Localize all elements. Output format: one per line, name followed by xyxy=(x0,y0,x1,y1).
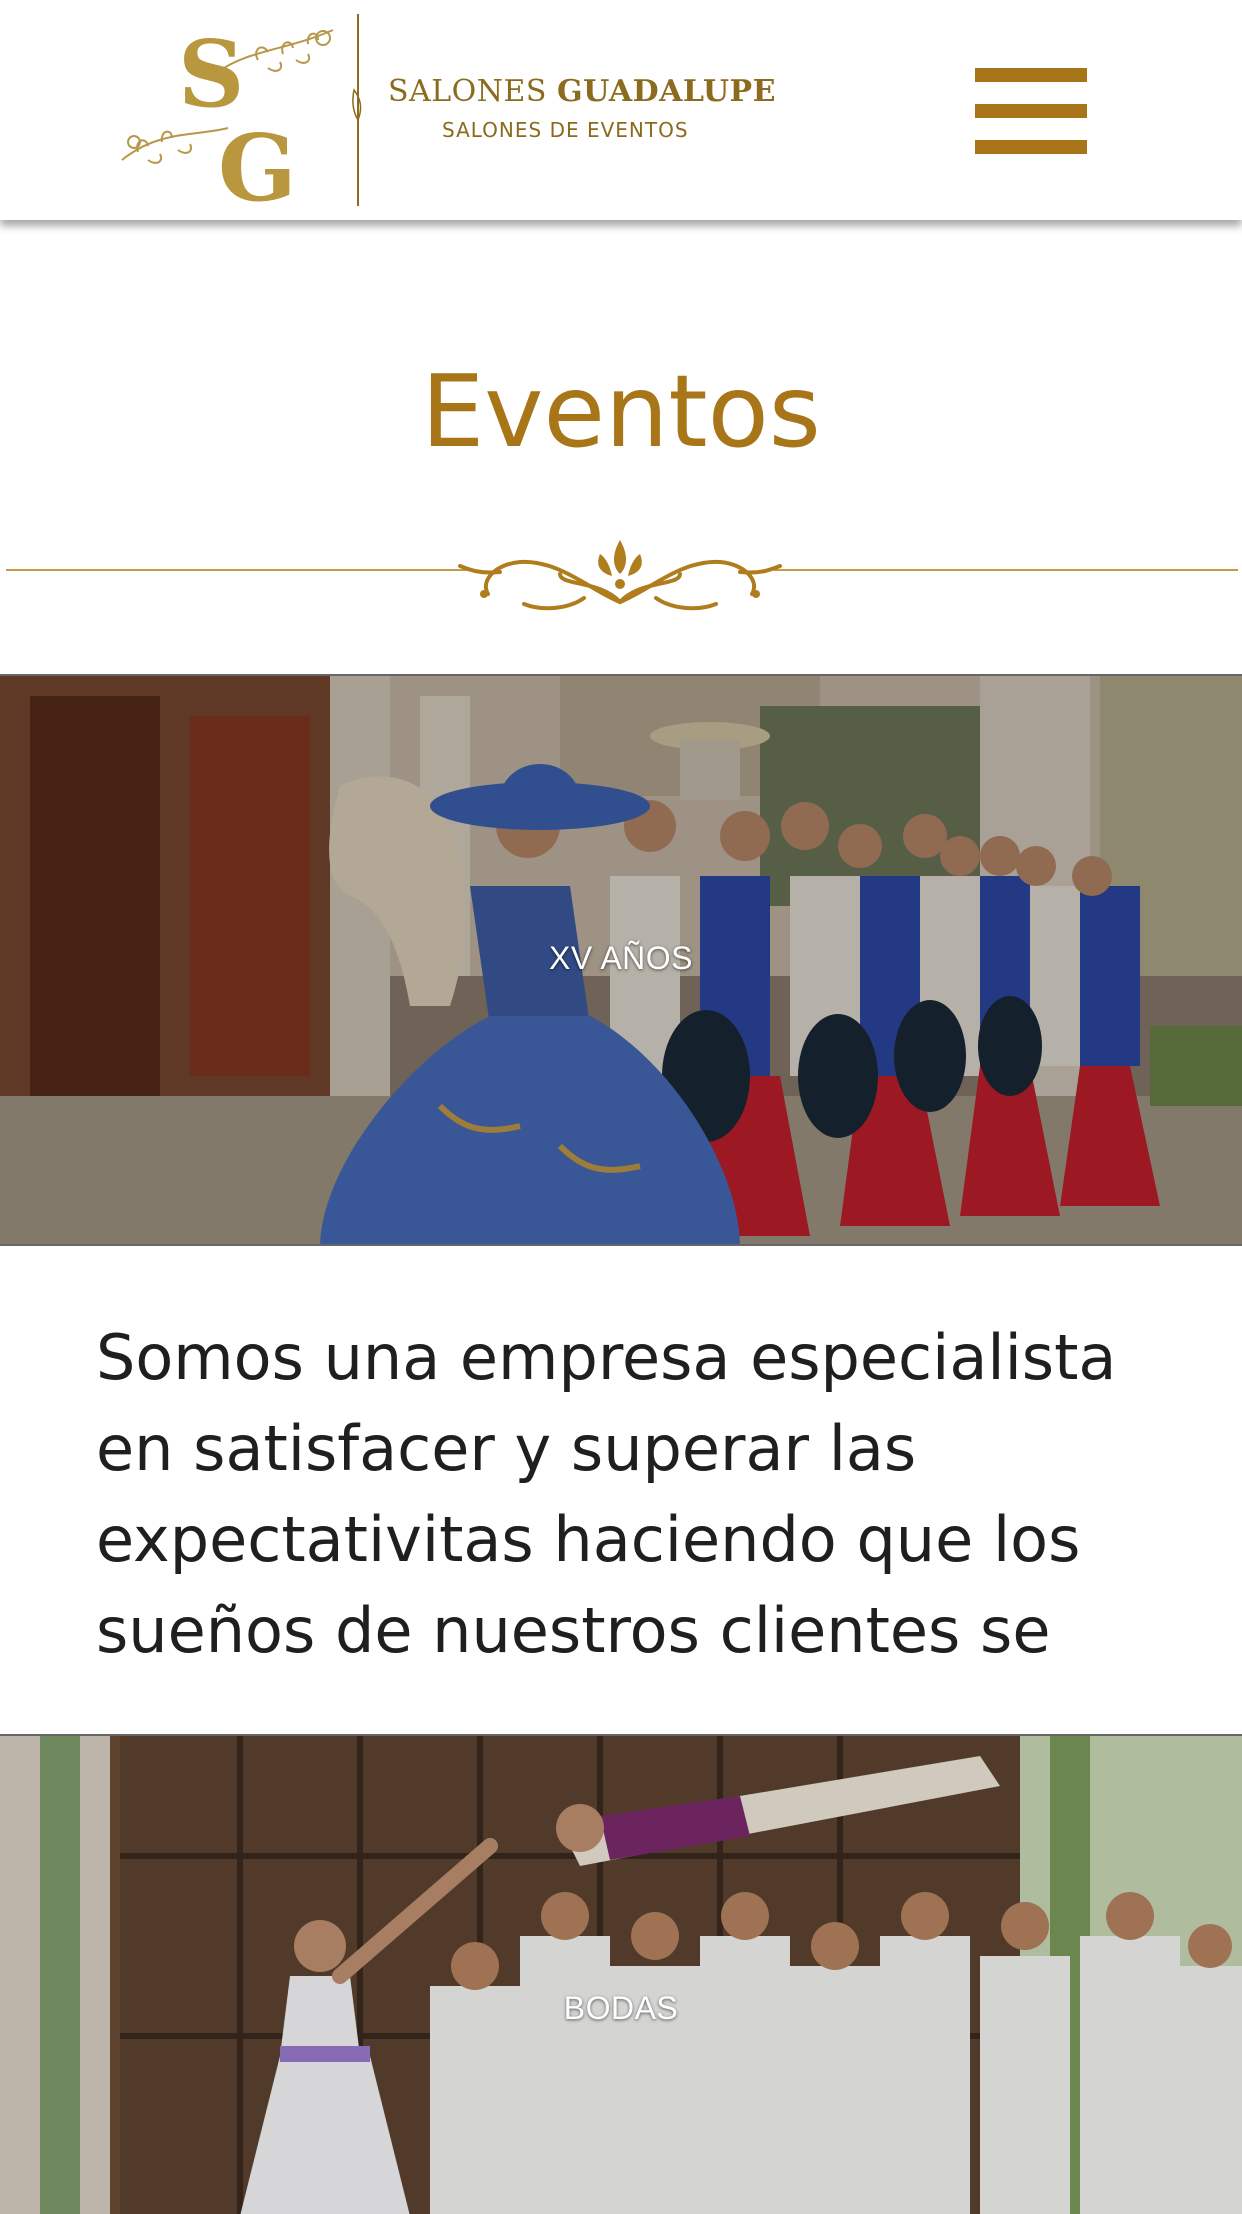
logo-monogram-graphic: S G xyxy=(121,14,362,210)
bodas-photo xyxy=(0,1736,1242,2214)
event-card-bodas[interactable]: BODAS xyxy=(0,1734,1242,2214)
menu-bar-middle xyxy=(975,104,1087,118)
svg-text:G: G xyxy=(218,114,297,210)
svg-text:S: S xyxy=(178,20,244,128)
intro-paragraph: Somos una empresa especialista en satisf… xyxy=(96,1321,1117,1667)
brand-name-bold: GUADALUPE xyxy=(556,74,776,109)
brand-logo[interactable]: S G SALONES GUADALUPE SALONES DE EVENTOS xyxy=(118,10,775,210)
brand-name: SALONES GUADALUPE xyxy=(388,74,776,109)
event-card-label: BODAS xyxy=(563,1990,679,2026)
brand-tagline: SALONES DE EVENTOS xyxy=(442,118,689,142)
menu-bar-bottom xyxy=(975,140,1087,154)
ornamental-divider xyxy=(6,540,1238,611)
menu-bar-top xyxy=(975,68,1087,82)
event-card-xv-anos[interactable]: XV AÑOS xyxy=(0,674,1242,1246)
site-header: S G SALONES GUADALUPE SALONES DE EVENTOS xyxy=(0,0,1242,220)
event-card-label: XV AÑOS xyxy=(549,940,693,976)
page-title: Eventos xyxy=(421,353,821,470)
hamburger-menu-icon[interactable] xyxy=(975,68,1087,154)
brand-name-light: SALONES xyxy=(388,74,547,109)
